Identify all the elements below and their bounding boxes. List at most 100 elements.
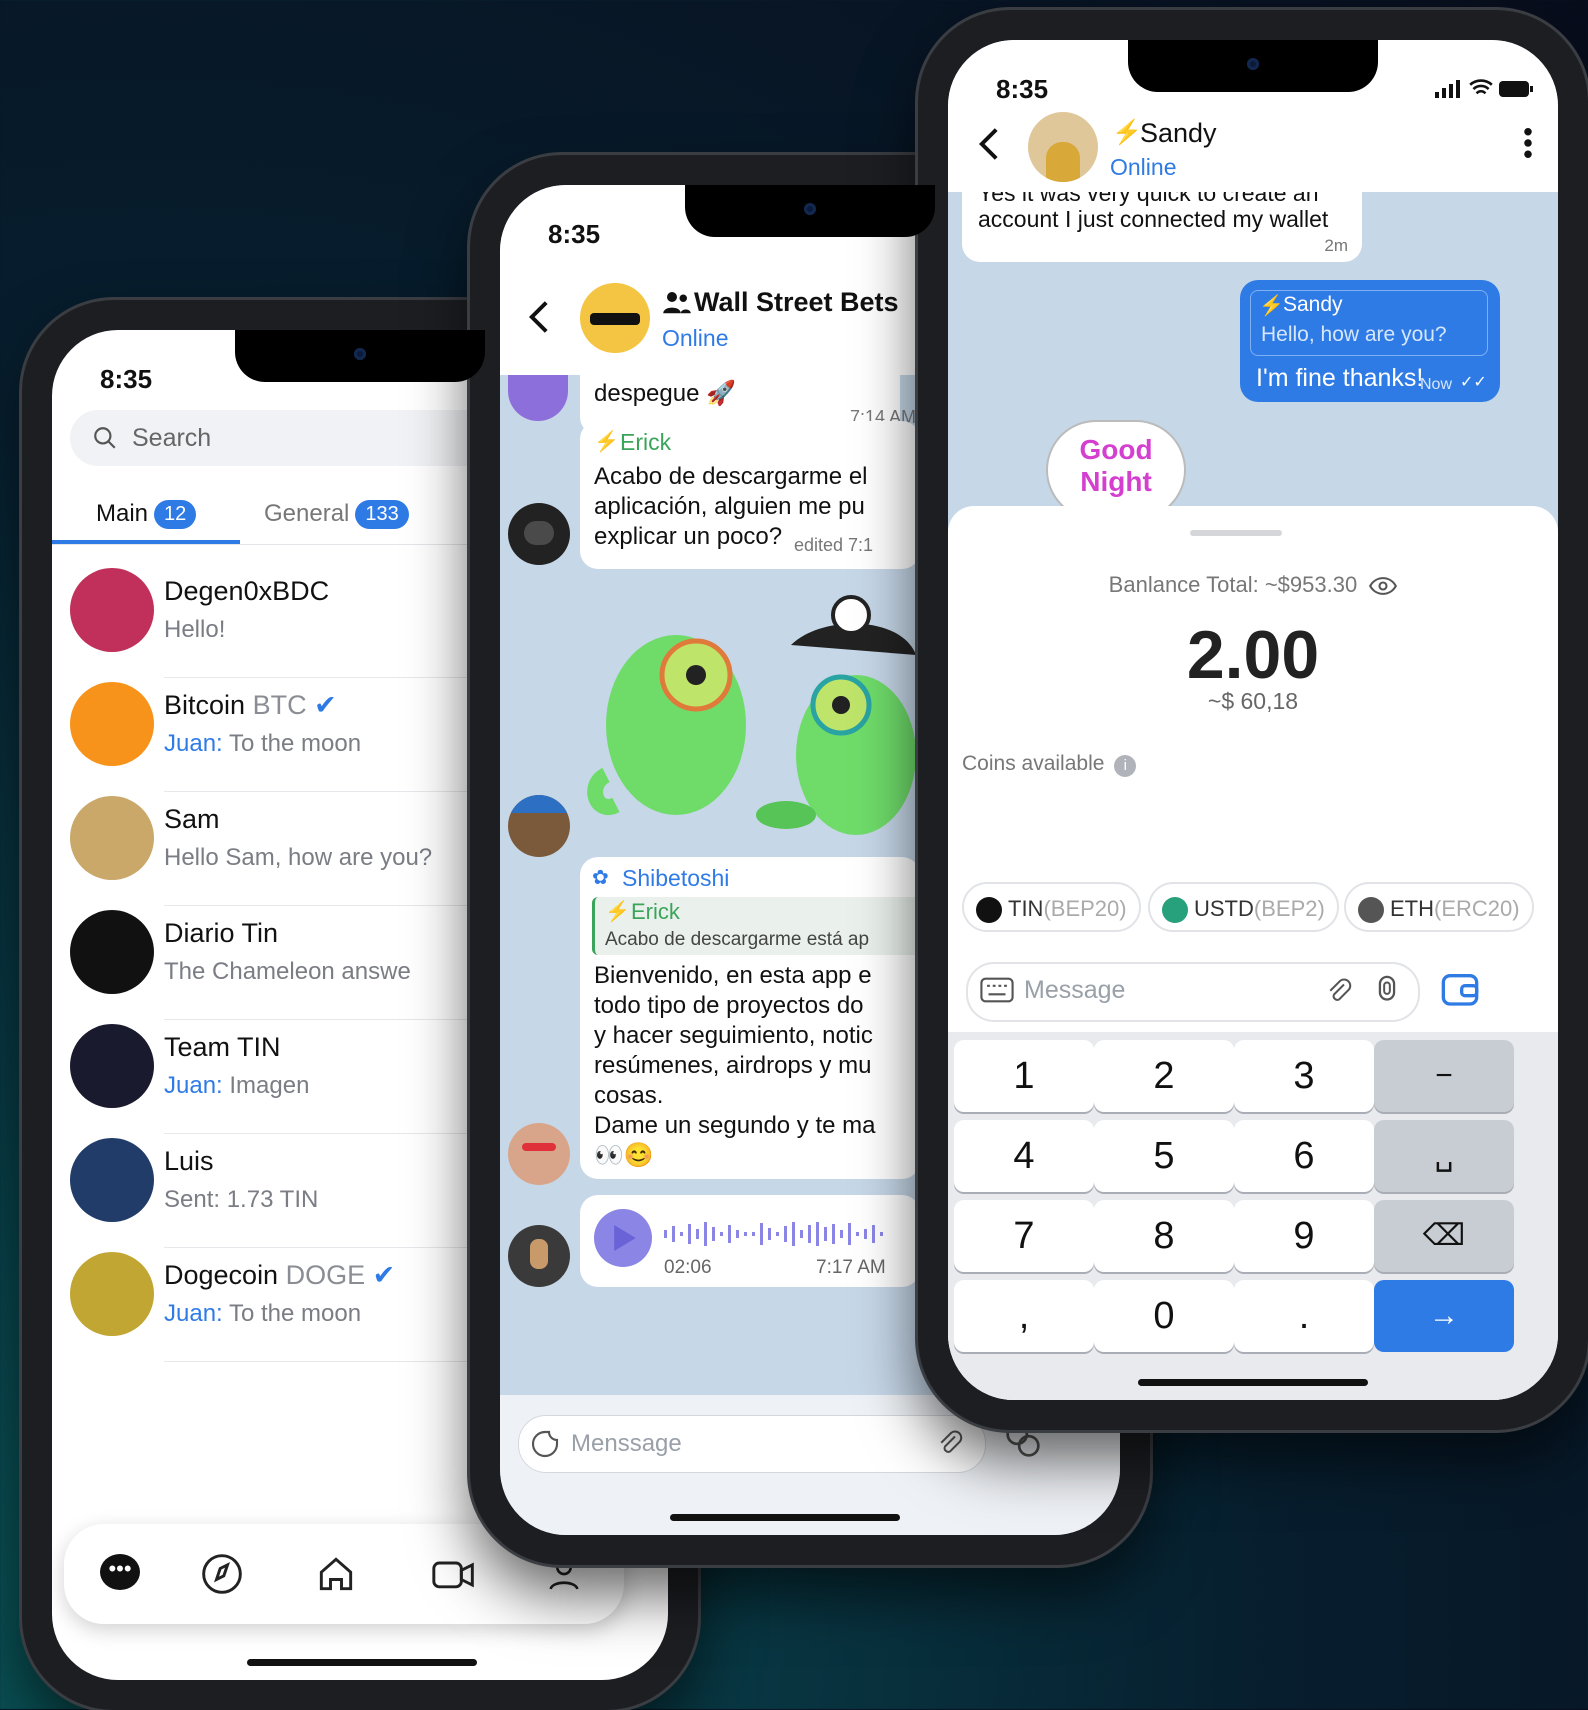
key-6[interactable]: 6 <box>1234 1120 1374 1192</box>
key-4[interactable]: 4 <box>954 1120 1094 1192</box>
message-placeholder: Menssage <box>571 1430 682 1457</box>
wallet-message-input[interactable]: Message <box>966 962 1420 1022</box>
message-bubble[interactable]: ✿ Shibetoshi ⚡ Erick Acabo de descargarm… <box>580 857 925 1179</box>
chat-name: Luis <box>164 1146 214 1177</box>
group-title: Wall Street Bets <box>694 287 899 317</box>
more-options-icon[interactable] <box>1524 128 1532 158</box>
chat-name: Team TIN <box>164 1032 281 1063</box>
sender-avatar[interactable] <box>508 795 570 857</box>
info-icon[interactable]: i <box>1114 755 1137 777</box>
message-meta: edited 7:1 <box>794 535 874 555</box>
sender-avatar[interactable] <box>508 1123 570 1185</box>
outgoing-message[interactable]: ⚡ Sandy Hello, how are you? I'm fine tha… <box>1240 280 1500 402</box>
message-line: explicar un poco? <box>594 523 783 550</box>
eye-icon[interactable] <box>1369 576 1398 596</box>
tab-general[interactable]: General 133 <box>264 500 409 530</box>
home-indicator <box>1138 1379 1368 1386</box>
message-text: I'm fine thanks! <box>1256 364 1424 392</box>
message-input[interactable]: Menssage <box>518 1415 986 1473</box>
chat-name-text: Luis <box>164 1146 214 1176</box>
key-8[interactable]: 8 <box>1094 1200 1234 1272</box>
message-text: despegue 🚀 <box>594 380 736 407</box>
reply-preview[interactable]: ⚡ Erick Acabo de descargarme está ap <box>592 897 925 955</box>
incoming-message[interactable]: Yes it was very quick to create an accou… <box>962 192 1362 262</box>
tab-main[interactable]: Main 12 <box>96 500 197 530</box>
key-1[interactable]: 1 <box>954 1040 1094 1112</box>
octopus-icon: ✿ <box>592 867 609 889</box>
attach-icon[interactable] <box>1324 976 1354 1008</box>
coin-chip[interactable]: USTD(BEP2) <box>1148 882 1339 932</box>
chat-preview-text: To the moon <box>228 1300 362 1327</box>
key-3[interactable]: 3 <box>1234 1040 1374 1112</box>
good-night-sticker[interactable]: Good Night <box>1046 420 1186 520</box>
chats-nav-icon[interactable]: ••• <box>100 1554 140 1590</box>
amount-fiat: ~$ 60,18 <box>1207 688 1299 714</box>
home-indicator <box>247 1659 477 1666</box>
coin-chip[interactable]: TIN(BEP20) <box>962 882 1141 932</box>
message-line: resúmenes, airdrops y mu <box>594 1052 872 1079</box>
reply-text: Acabo de descargarme está ap <box>605 929 870 950</box>
search-input[interactable]: Search <box>70 410 490 466</box>
chat-preview-sender: Juan: <box>164 1072 223 1099</box>
amount[interactable]: 2.00 <box>948 616 1558 694</box>
status-time: 8:35 <box>100 364 153 394</box>
wallet-screen: 8:35 ⚡ Sandy Online Yes it was very quic… <box>948 40 1558 1400</box>
contact-name: Sandy <box>1140 118 1217 148</box>
play-button[interactable] <box>594 1209 652 1267</box>
chameleon-sticker[interactable] <box>586 585 916 845</box>
voice-duration: 02:06 <box>664 1257 712 1278</box>
contact-avatar[interactable] <box>1028 112 1098 182</box>
back-arrow-icon[interactable] <box>978 126 1000 162</box>
voice-message[interactable]: 02:06 7:17 AM <box>580 1195 920 1287</box>
back-arrow-icon[interactable] <box>528 299 550 335</box>
sunglasses <box>590 313 640 325</box>
key-next[interactable]: → <box>1374 1280 1514 1352</box>
contact-status: Online <box>1110 154 1177 180</box>
chat-preview-text: The Chameleon answe <box>164 958 411 985</box>
key-minus[interactable]: − <box>1374 1040 1514 1112</box>
chat-preview-sender: Juan: <box>164 1300 223 1327</box>
wifi-icon <box>1468 79 1493 95</box>
key-comma[interactable]: , <box>954 1280 1094 1352</box>
message-line: todo tipo de proyectos do <box>594 992 864 1019</box>
wallet-icon[interactable] <box>1440 970 1480 1008</box>
key-9[interactable]: 9 <box>1234 1200 1374 1272</box>
sender-avatar[interactable] <box>508 503 570 565</box>
key-space[interactable]: ␣ <box>1374 1120 1514 1192</box>
keyboard-icon[interactable] <box>980 976 1014 1004</box>
group-avatar[interactable] <box>580 283 650 353</box>
microphone-icon[interactable] <box>1372 974 1402 1008</box>
chat-name: Bitcoin BTC ✔ <box>164 690 337 721</box>
attach-icon[interactable] <box>935 1428 965 1460</box>
notch <box>685 185 935 237</box>
key-2[interactable]: 2 <box>1094 1040 1234 1112</box>
chat-ticker: BTC <box>252 690 307 720</box>
reply-preview[interactable]: ⚡ Sandy Hello, how are you? <box>1250 290 1488 356</box>
message-body: Bienvenido, en esta app e todo tipo de pr… <box>594 961 876 1171</box>
sticker-icon[interactable] <box>529 1428 561 1460</box>
key-7[interactable]: 7 <box>954 1200 1094 1272</box>
sender-avatar[interactable] <box>508 375 568 421</box>
chat-avatar <box>70 910 154 994</box>
sender-avatar[interactable] <box>508 1225 570 1287</box>
message-line: Acabo de descargarme el <box>594 463 868 490</box>
explore-nav-icon[interactable] <box>200 1552 244 1596</box>
bolt-icon: ⚡ <box>605 901 630 923</box>
chat-name-text: Team TIN <box>164 1032 281 1062</box>
numeric-keypad: 1 2 3− 4 5 6 ␣ 7 8 9 ⌫, 0. → <box>948 1032 1558 1400</box>
group-status: Online <box>662 325 729 351</box>
video-nav-icon[interactable] <box>430 1552 478 1596</box>
key-5[interactable]: 5 <box>1094 1120 1234 1192</box>
key-backspace[interactable]: ⌫ <box>1374 1200 1514 1272</box>
coin-chip[interactable]: ETH(ERC20) <box>1344 882 1534 932</box>
key-period[interactable]: . <box>1234 1280 1374 1352</box>
coin-icon <box>1162 897 1188 924</box>
home-nav-icon[interactable] <box>314 1552 358 1596</box>
chat-preview: Juan: To the moon <box>164 730 361 758</box>
message-line: Bienvenido, en esta app e <box>594 962 872 989</box>
key-0[interactable]: 0 <box>1094 1280 1234 1352</box>
message-bubble[interactable]: ⚡ Erick Acabo de descargarme el aplicaci… <box>580 421 920 569</box>
sheet-handle[interactable] <box>1190 530 1282 536</box>
message-line: cosas. <box>594 1082 664 1109</box>
chat-avatar <box>70 796 154 880</box>
